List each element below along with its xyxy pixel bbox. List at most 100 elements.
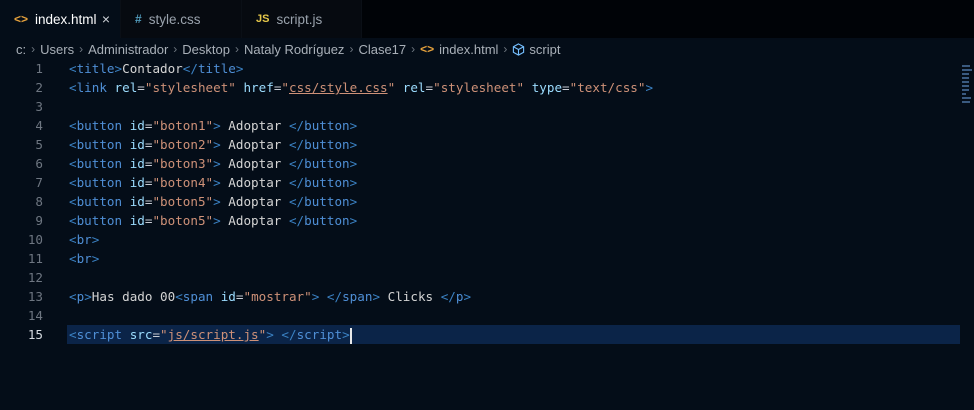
code-text: <button id="boton1"> Adoptar </button> — [69, 116, 357, 135]
code-token: Adoptar — [220, 156, 289, 171]
code-token: < — [69, 61, 77, 76]
chevron-right-icon: › — [503, 42, 508, 56]
chevron-right-icon: › — [234, 42, 239, 56]
code-token: > — [645, 80, 654, 95]
tab-script-js[interactable]: JS script.js — [242, 0, 362, 38]
code-token: > — [213, 213, 221, 228]
code-token: button — [76, 137, 123, 152]
tab-index-html[interactable]: <> index.html × — [0, 0, 121, 38]
breadcrumb-script[interactable]: script — [529, 42, 560, 57]
tab-style-css[interactable]: # style.css — [121, 0, 242, 38]
breadcrumb-nataly[interactable]: Nataly Rodríguez — [244, 42, 344, 57]
code-token: </ — [288, 213, 305, 228]
code-token: "boton3" — [152, 156, 214, 171]
code-text: <title>Contador</title> — [69, 59, 243, 78]
code-token: > — [349, 175, 358, 190]
code-token: > — [213, 156, 221, 171]
code-token: title — [76, 61, 115, 76]
code-line[interactable]: 9 <button id="boton5"> Adoptar </button> — [0, 211, 974, 230]
code-line[interactable]: 11 <br> — [0, 249, 974, 268]
code-line[interactable]: 5 <button id="boton2"> Adoptar </button> — [0, 135, 974, 154]
code-token: Adoptar — [220, 194, 289, 209]
code-token: button — [304, 194, 350, 209]
code-line[interactable]: 4 <button id="boton1"> Adoptar </button> — [0, 116, 974, 135]
line-number: 12 — [27, 270, 43, 285]
text-cursor — [349, 327, 352, 344]
code-line[interactable]: 15 <script src="js/script.js"> </script> — [0, 325, 974, 344]
code-token: < — [69, 232, 77, 247]
code-token: > — [266, 327, 274, 342]
chevron-right-icon: › — [79, 42, 84, 56]
cube-icon — [512, 42, 525, 56]
code-token: </ — [288, 137, 305, 152]
tab-label: script.js — [276, 11, 323, 27]
code-line[interactable]: 2 <link rel="stylesheet" href="css/style.… — [0, 78, 974, 97]
tab-label: index.html — [35, 11, 97, 27]
code-line[interactable]: 7 <button id="boton4"> Adoptar </button> — [0, 173, 974, 192]
line-number: 7 — [35, 175, 43, 190]
code-token: id — [129, 194, 145, 209]
code-line[interactable]: 6 <button id="boton3"> Adoptar </button> — [0, 154, 974, 173]
code-token: = — [425, 80, 434, 95]
breadcrumb-clase17[interactable]: Clase17 — [358, 42, 406, 57]
code-token: </ — [281, 327, 297, 342]
editor-tab-bar: <> index.html × # style.css JS script.js — [0, 0, 974, 38]
code-editor[interactable]: 1 <title>Contador</title> 2 <link rel="styl… — [0, 59, 974, 410]
code-token: </ — [440, 289, 456, 304]
code-token: " — [160, 327, 168, 342]
code-token: = — [152, 327, 161, 342]
code-token: </ — [182, 61, 198, 76]
line-number: 2 — [35, 80, 43, 95]
chevron-right-icon: › — [173, 42, 178, 56]
minimap[interactable] — [962, 65, 972, 117]
line-number: 9 — [35, 213, 43, 228]
code-token: > — [349, 118, 358, 133]
code-token: id — [129, 118, 145, 133]
code-line[interactable]: 14 — [0, 306, 974, 325]
code-token: button — [304, 213, 350, 228]
breadcrumb-drive[interactable]: c: — [16, 42, 26, 57]
code-token: button — [76, 194, 123, 209]
code-line[interactable]: 10 <br> — [0, 230, 974, 249]
code-line[interactable]: 8 <button id="boton5"> Adoptar </button> — [0, 192, 974, 211]
code-token: span — [342, 289, 373, 304]
code-token: > — [463, 289, 472, 304]
close-icon[interactable]: × — [102, 11, 110, 27]
breadcrumb-index-html[interactable]: index.html — [439, 42, 498, 57]
breadcrumb-users[interactable]: Users — [40, 42, 74, 57]
code-token: rel — [402, 80, 426, 95]
code-text: <script src="js/script.js"> </script> — [69, 325, 352, 344]
code-token: button — [76, 175, 123, 190]
code-text: <button id="boton4"> Adoptar </button> — [69, 173, 357, 192]
code-token: link — [76, 80, 107, 95]
code-token: > — [235, 61, 244, 76]
code-token: > — [349, 194, 358, 209]
code-token: = — [137, 80, 145, 95]
code-line[interactable]: 1 <title>Contador</title> — [0, 59, 974, 78]
code-token: Adoptar — [220, 175, 289, 190]
code-token: Clicks — [380, 289, 441, 304]
code-token: < — [175, 289, 183, 304]
code-token: < — [69, 251, 77, 266]
code-token: < — [69, 118, 77, 133]
code-line[interactable]: 12 — [0, 268, 974, 287]
breadcrumb-administrador[interactable]: Administrador — [88, 42, 168, 57]
code-text: <button id="boton3"> Adoptar </button> — [69, 154, 357, 173]
code-token: </ — [288, 118, 305, 133]
line-number: 11 — [27, 251, 43, 266]
line-number: 10 — [27, 232, 43, 247]
code-token: > — [213, 118, 221, 133]
breadcrumb-desktop[interactable]: Desktop — [182, 42, 230, 57]
code-text: <button id="boton2"> Adoptar </button> — [69, 135, 357, 154]
code-token: < — [69, 194, 77, 209]
code-token: button — [76, 118, 123, 133]
code-token: > — [349, 213, 358, 228]
code-token: "text/css" — [569, 80, 646, 95]
code-line[interactable]: 3 — [0, 97, 974, 116]
code-line[interactable]: 13 <p>Has dado 00<span id="mostrar"> </sp… — [0, 287, 974, 306]
code-token: Adoptar — [220, 118, 289, 133]
line-number: 3 — [35, 99, 43, 114]
